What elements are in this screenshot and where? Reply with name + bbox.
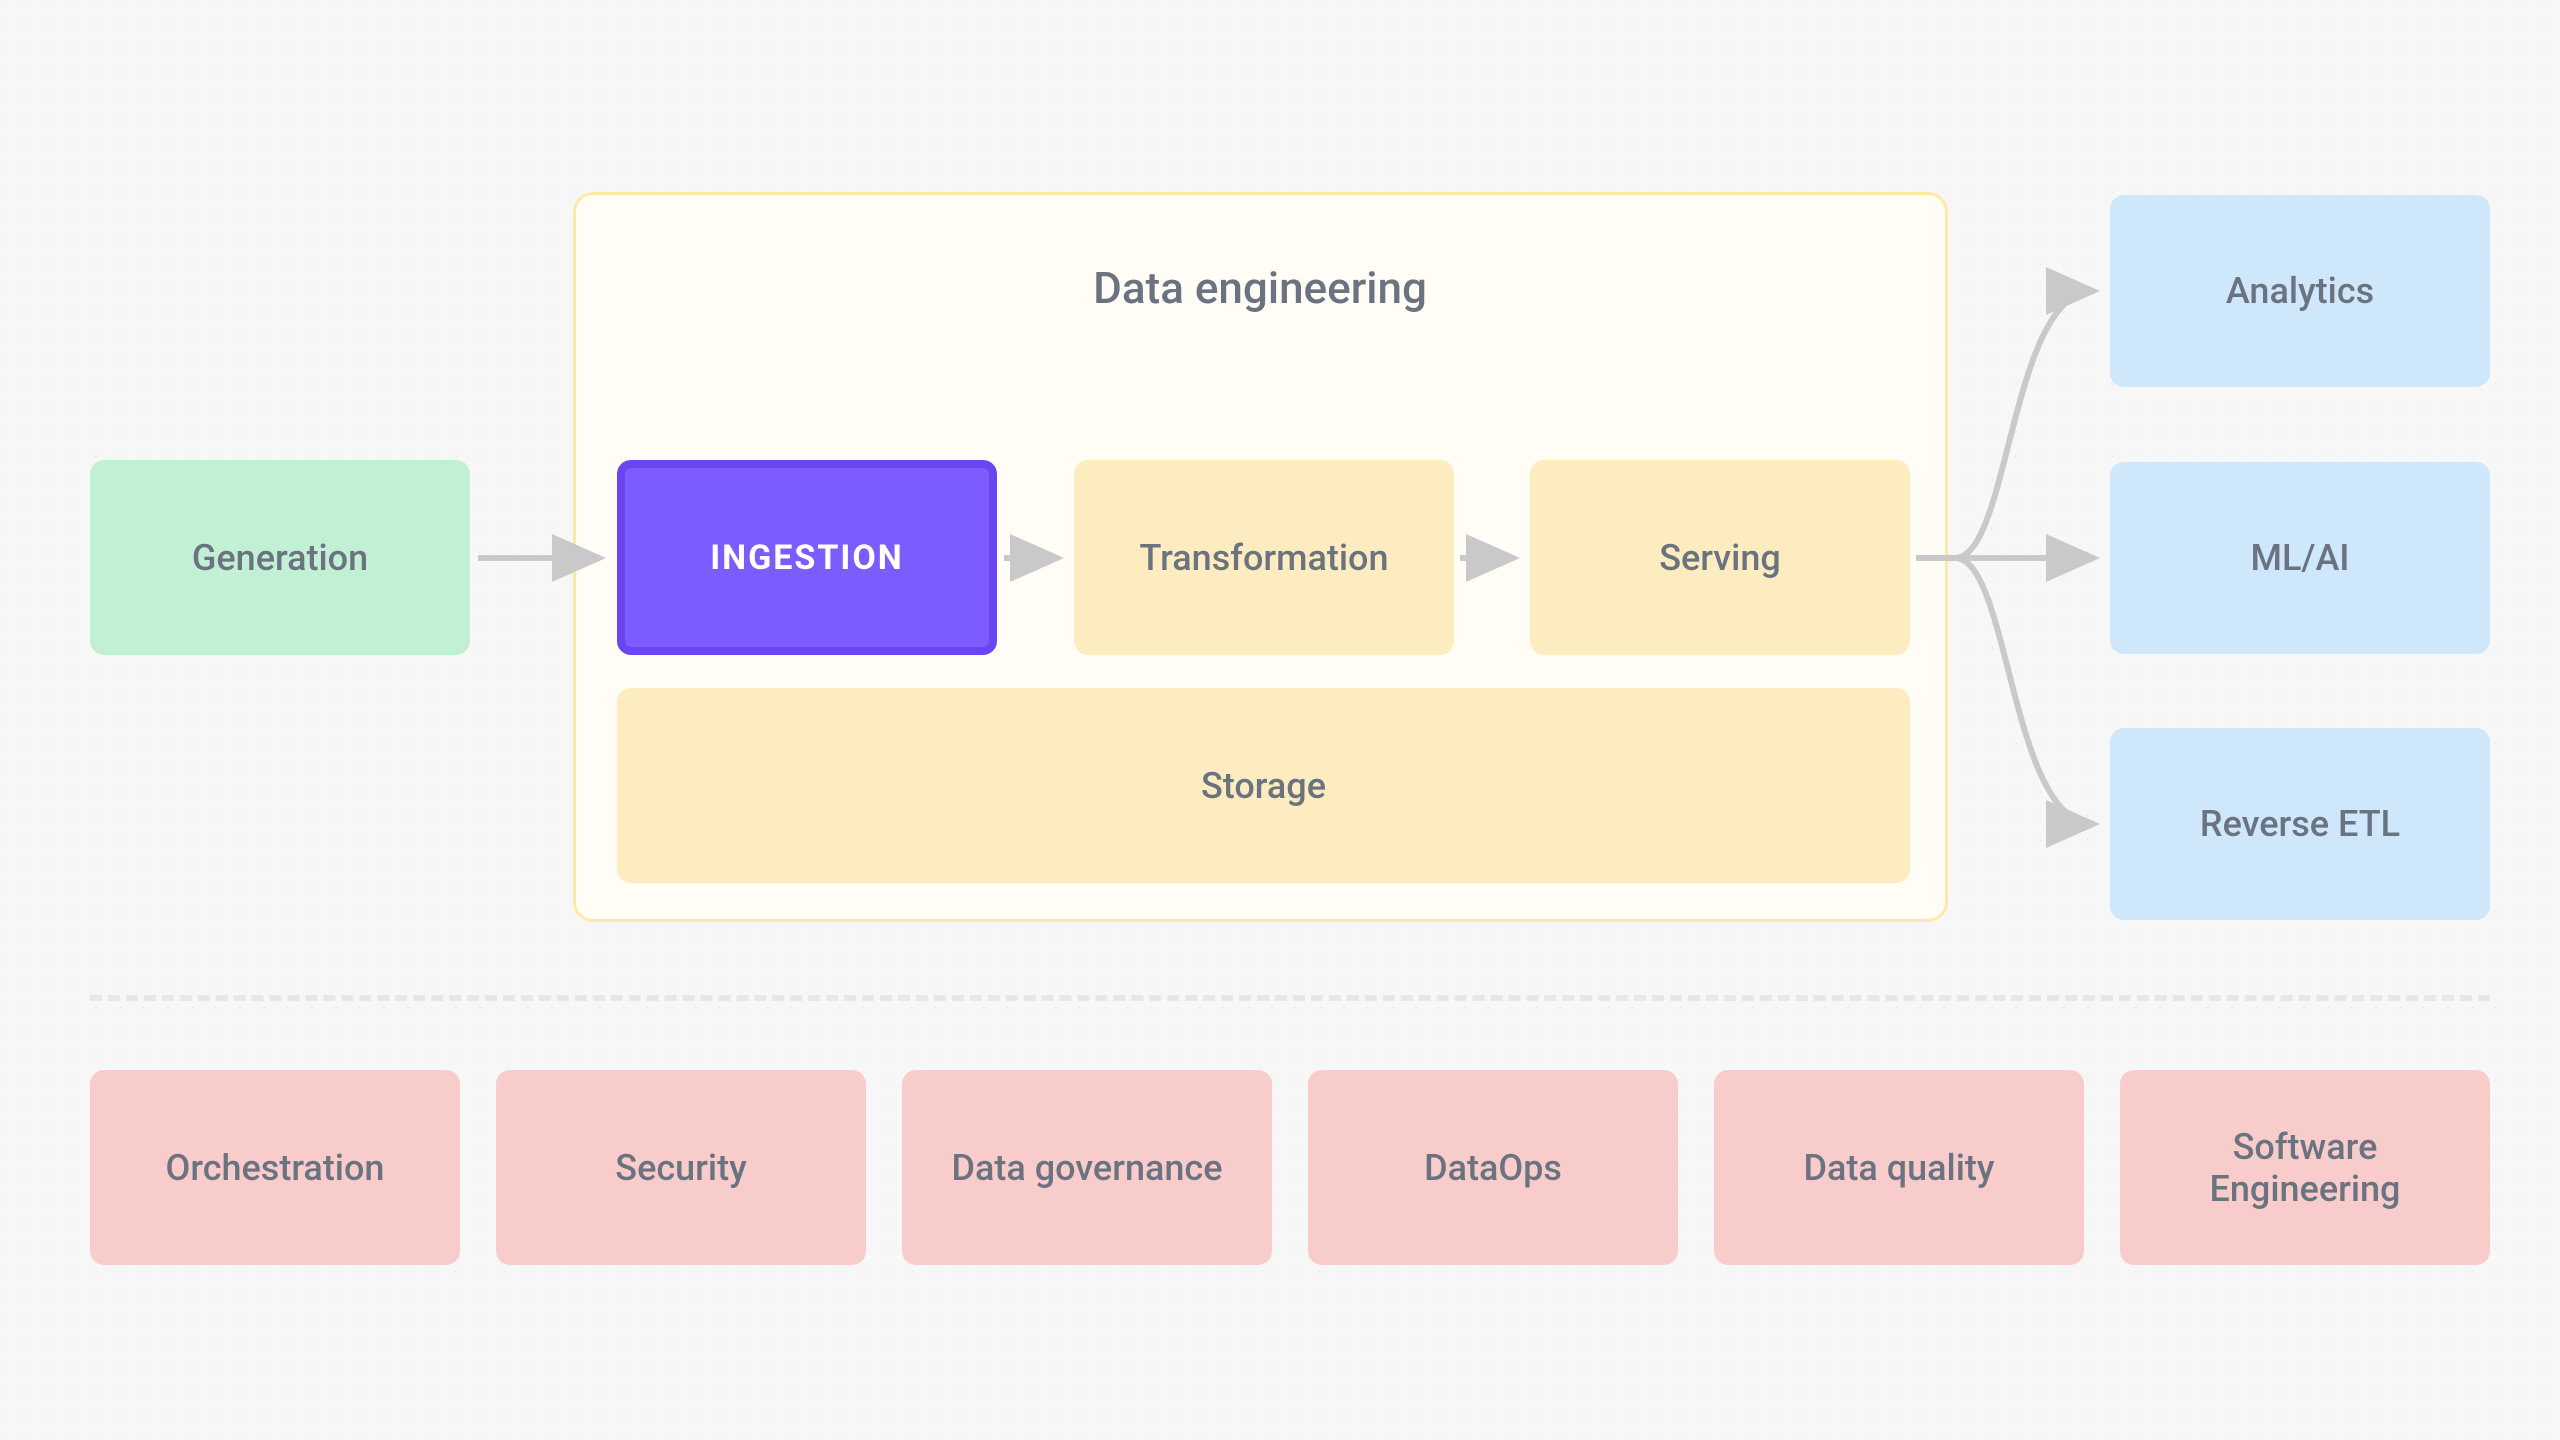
node-serving: Serving [1530,460,1910,655]
node-dataops: DataOps [1308,1070,1678,1265]
arrow-serving-reverse-etl [1955,558,2094,824]
arrow-serving-analytics [1955,291,2094,558]
container-title: Data engineering [1040,262,1480,314]
node-mlai: ML/AI [2110,462,2490,654]
node-reverse-etl: Reverse ETL [2110,728,2490,920]
node-governance: Data governance [902,1070,1272,1265]
node-security: Security [496,1070,866,1265]
node-swe: Software Engineering [2120,1070,2490,1265]
node-orchestration: Orchestration [90,1070,460,1265]
node-analytics: Analytics [2110,195,2490,387]
node-generation: Generation [90,460,470,655]
diagram-canvas: Generation Data engineering INGESTION Tr… [0,0,2560,1440]
section-divider [90,995,2490,1001]
node-transformation: Transformation [1074,460,1454,655]
node-ingestion: INGESTION [617,460,997,655]
node-storage: Storage [617,688,1910,883]
node-quality: Data quality [1714,1070,2084,1265]
